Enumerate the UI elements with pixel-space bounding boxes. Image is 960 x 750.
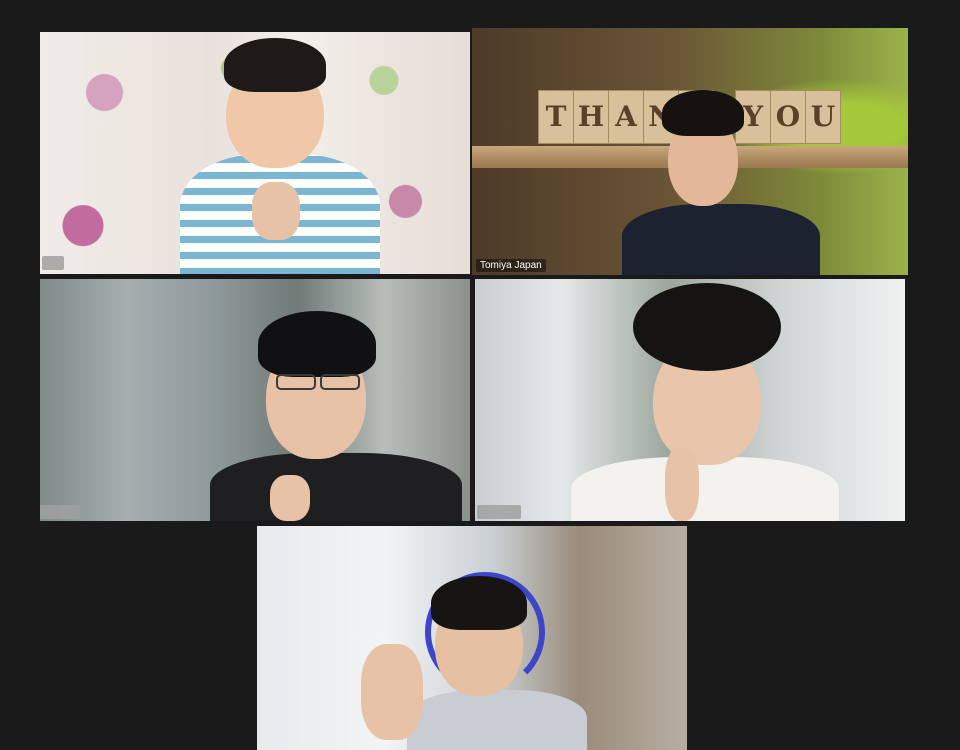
participant-figure-4 (475, 279, 905, 521)
participant-tile-3[interactable] (40, 279, 470, 521)
participant-figure-1 (40, 32, 470, 274)
participant-tile-5[interactable] (257, 526, 687, 750)
mic-status-icon (42, 256, 64, 270)
participant-tile-1[interactable] (40, 32, 470, 274)
participant-name-label: Tomiya Japan (476, 259, 546, 272)
participant-tile-2[interactable]: T H A N K Y O U Tomiya Japan (472, 28, 908, 275)
meeting-gallery-view: T H A N K Y O U Tomiya Japan (0, 0, 960, 750)
mic-status-icon (477, 505, 521, 519)
participant-tile-4[interactable] (475, 279, 905, 521)
participant-figure-5 (257, 526, 687, 750)
mic-status-icon (40, 505, 80, 519)
participant-figure-2 (472, 28, 908, 275)
participant-figure-3 (40, 279, 470, 521)
